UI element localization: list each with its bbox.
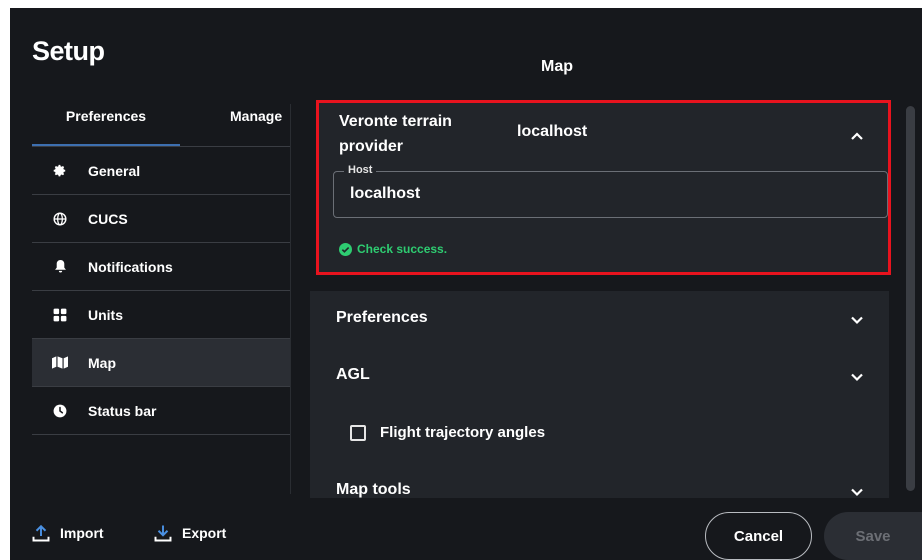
sidebar-item-label: CUCS	[88, 210, 128, 227]
sidebar-item-notifications[interactable]: Notifications	[32, 243, 290, 291]
scrollbar[interactable]	[906, 106, 915, 491]
flight-trajectory-checkbox[interactable]	[350, 424, 366, 441]
preferences-section-header[interactable]: Preferences	[336, 309, 428, 327]
check-status: Check success.	[339, 242, 447, 256]
terrain-provider-label: Veronte terrain provider	[339, 113, 452, 155]
sidebar-item-units[interactable]: Units	[32, 291, 290, 339]
setup-dialog: Setup Map Preferences Manage General CUC…	[10, 8, 922, 560]
check-status-text: Check success.	[357, 242, 448, 256]
map-settings-panel: Preferences AGL Flight trajectory angles…	[310, 291, 889, 498]
host-field-label: Host	[344, 164, 377, 176]
flight-trajectory-option[interactable]: Flight trajectory angles	[350, 424, 545, 441]
chevron-down-icon[interactable]	[850, 485, 864, 498]
terrain-provider-card: Veronte terrain provider localhost Host …	[316, 100, 891, 275]
sidebar-nav: General CUCS Notifications Units Map Sta…	[32, 147, 290, 435]
tab-bar: Preferences Manage	[32, 108, 290, 146]
chevron-up-icon[interactable]	[850, 129, 864, 143]
tab-manage[interactable]: Manage	[230, 108, 282, 124]
sidebar-item-label: Map	[88, 354, 116, 371]
chevron-down-icon[interactable]	[850, 370, 864, 384]
download-icon	[154, 525, 172, 542]
sidebar-item-map[interactable]: Map	[32, 339, 290, 387]
tab-preferences[interactable]: Preferences	[32, 108, 180, 124]
clock-icon	[52, 403, 68, 419]
sidebar-item-cucs[interactable]: CUCS	[32, 195, 290, 243]
chevron-down-icon[interactable]	[850, 313, 864, 327]
globe-icon	[52, 211, 68, 227]
sidebar-item-label: Status bar	[88, 402, 157, 419]
grid-icon	[52, 307, 68, 323]
sidebar-item-status-bar[interactable]: Status bar	[32, 387, 290, 435]
sidebar-item-general[interactable]: General	[32, 147, 290, 195]
gear-icon	[52, 163, 68, 179]
sidebar-divider	[290, 104, 291, 494]
sidebar-item-label: Notifications	[88, 258, 173, 275]
bell-icon	[52, 259, 68, 275]
upload-icon	[32, 524, 50, 542]
check-circle-icon	[339, 242, 352, 256]
host-input-value[interactable]: localhost	[350, 185, 420, 203]
flight-trajectory-label: Flight trajectory angles	[380, 424, 546, 441]
map-tools-section-header[interactable]: Map tools	[336, 481, 411, 498]
host-field[interactable]: Host localhost	[333, 164, 888, 218]
sidebar-item-label: Units	[88, 306, 123, 323]
dialog-title: Setup	[32, 36, 105, 66]
cancel-button[interactable]: Cancel	[705, 512, 812, 560]
import-button[interactable]: Import	[32, 524, 104, 542]
section-title: Map	[541, 58, 573, 75]
import-label: Import	[60, 525, 104, 541]
sidebar-item-label: General	[88, 162, 141, 179]
map-icon	[52, 355, 68, 371]
export-button[interactable]: Export	[154, 524, 226, 542]
agl-section-header[interactable]: AGL	[336, 366, 370, 384]
terrain-provider-value: localhost	[517, 123, 588, 140]
export-label: Export	[182, 525, 227, 541]
save-button[interactable]: Save	[824, 512, 922, 560]
